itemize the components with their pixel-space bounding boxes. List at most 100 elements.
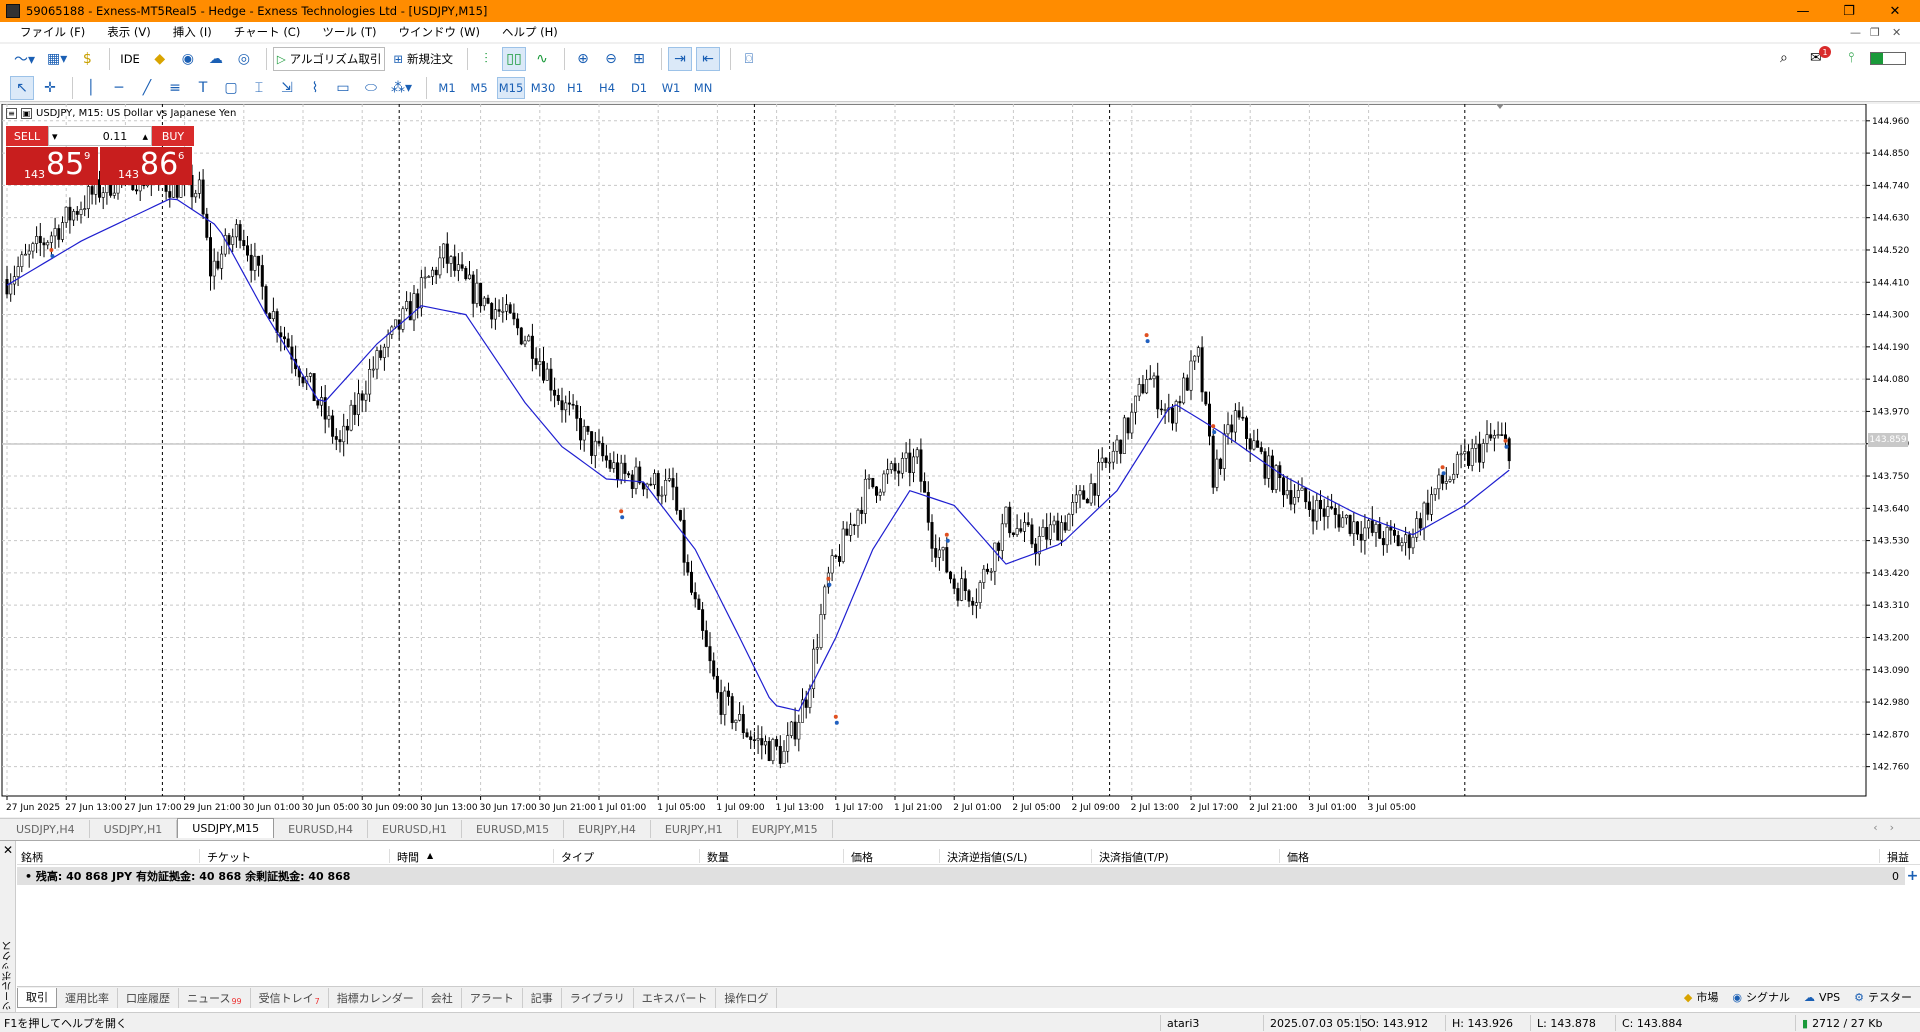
toolbox-tab[interactable]: 会社 [423,987,462,1008]
chart-window-icon[interactable]: ▣ [21,108,32,119]
timeframe-m5[interactable]: M5 [465,77,493,99]
chart-tab[interactable]: USDJPY,H1 [90,820,178,838]
horizontal-line-icon[interactable]: ─ [107,76,131,100]
column-header[interactable]: 決済逆指値(S/L) [947,849,1027,865]
chart-shift-icon[interactable]: ⇤ [695,47,720,71]
toolbox-tab[interactable]: 記事 [523,987,562,1008]
chart-tab[interactable]: EURUSD,H4 [274,820,369,838]
globe-icon[interactable]: ◎ [232,47,256,71]
shapes-icon[interactable]: ⁂▾ [387,76,416,100]
screenshot-icon[interactable]: ⌼ [737,47,761,71]
maximize-button[interactable]: ❐ [1826,0,1872,22]
ask-price-box[interactable]: 143 86 6 [100,147,192,185]
auto-scroll-icon[interactable]: ⇥ [667,47,692,71]
chart-tab[interactable]: USDJPY,M15 [177,818,275,838]
crosshair-icon[interactable]: ✛ [38,76,62,100]
algo-trading-button[interactable]: ▷ アルゴリズム取引 [272,47,386,71]
tester-link[interactable]: ⚙ テスター [1854,989,1912,1005]
column-header[interactable]: 価格 [1287,849,1309,865]
timeframe-m1[interactable]: M1 [433,77,461,99]
chart-add-icon[interactable]: ▦▾ [43,47,71,71]
channel-icon[interactable]: ≡ [163,76,187,100]
ide-button[interactable]: IDE [116,47,144,71]
dollar-icon[interactable]: $ [75,47,99,71]
chart-tab[interactable]: EURUSD,H1 [368,820,462,838]
rectangle-icon[interactable]: ▢ [219,76,243,100]
button-object-icon[interactable]: ▭ [331,76,355,100]
connection-status[interactable]: ▮ 2712 / 27 Kb [1795,1015,1882,1031]
profile-name[interactable]: atari3 [1160,1015,1199,1031]
toolbox-tab[interactable]: 操作ログ [716,987,778,1008]
indicator-icon[interactable]: ⌇ [303,76,327,100]
label-icon[interactable]: ⌶ [247,76,271,100]
column-header[interactable]: 銘柄 [21,849,43,865]
chart-type-icon[interactable]: 〜▾ [10,47,39,71]
search-icon[interactable]: ⌕ [1780,50,1788,66]
bag-icon[interactable]: ◆ [148,47,172,71]
zoom-out-icon[interactable]: ⊖ [599,47,623,71]
toolbox-tab[interactable]: エキスパート [634,987,717,1008]
mdi-restore-button[interactable]: ❐ [1870,22,1880,42]
timeframe-m15[interactable]: M15 [497,76,526,99]
bid-price-box[interactable]: 143 85 9 [6,147,98,185]
buy-button[interactable]: BUY [152,126,194,146]
toolbox-tab[interactable]: ニュース 99 [179,987,251,1008]
chart-menu-icon[interactable]: ≡ [6,108,17,119]
arrow-icon[interactable]: ⇲ [275,76,299,100]
timeframe-w1[interactable]: W1 [657,77,685,99]
menu-view[interactable]: 表示 (V) [107,24,151,40]
bar-chart-icon[interactable]: ⫶ [474,47,498,71]
toolbox-close-icon[interactable]: ✕ [3,843,13,857]
timeframe-h1[interactable]: H1 [561,77,589,99]
price-chart[interactable]: 144.960 144.850 144.740 144.630 144.520 144.4… [0,104,1920,817]
menu-insert[interactable]: 挿入 (I) [173,24,212,40]
zoom-in-icon[interactable]: ⊕ [571,47,595,71]
toolbox-tab[interactable]: 指標カレンダー [329,987,423,1008]
lot-decrease-icon[interactable]: ▾ [52,130,58,143]
toolbox-tab[interactable]: 口座履歴 [118,987,179,1008]
menu-file[interactable]: ファイル (F) [20,24,85,40]
vps-link[interactable]: ☁ VPS [1804,991,1840,1004]
column-header[interactable]: 損益 [1887,849,1909,865]
toolbox-tab[interactable]: 取引 [17,987,57,1008]
timeframe-mn[interactable]: MN [689,77,717,99]
signal-icon[interactable]: ◉ [176,47,200,71]
mdi-close-button[interactable]: ✕ [1892,22,1901,42]
notifications-icon[interactable]: ✉ 1 [1810,46,1831,66]
timeframe-d1[interactable]: D1 [625,77,653,99]
lot-increase-icon[interactable]: ▴ [142,130,148,143]
line-chart-icon[interactable]: ∿ [530,47,554,71]
latency-icon[interactable]: ⫯ [1848,50,1854,66]
chart-tab[interactable]: USDJPY,H4 [2,820,90,838]
cursor-icon[interactable]: ↖ [10,75,34,100]
sell-button[interactable]: SELL [6,126,48,146]
tile-windows-icon[interactable]: ⊞ [627,47,651,71]
toolbox-tab[interactable]: アラート [462,987,523,1008]
minimize-button[interactable]: — [1780,0,1826,22]
toolbox-tab[interactable]: 受信トレイ 7 [251,987,329,1008]
timeframe-h4[interactable]: H4 [593,77,621,99]
column-header[interactable]: 価格 [851,849,873,865]
vertical-line-icon[interactable]: │ [79,76,103,100]
ellipse-icon[interactable]: ⬭ [359,76,383,100]
tab-scroll-arrows[interactable]: ‹› [1873,821,1906,834]
timeframe-m30[interactable]: M30 [529,77,557,99]
menu-tools[interactable]: ツール (T) [322,24,376,40]
chart-tab[interactable]: EURJPY,H4 [564,820,651,838]
column-header[interactable]: 時間 [397,849,419,865]
new-order-button[interactable]: ⊞ 新規注文 [389,47,457,71]
market-link[interactable]: ◆ 市場 [1684,989,1718,1005]
lot-size-field[interactable]: ▾ 0.11 ▴ [48,126,152,146]
chart-tab[interactable]: EURUSD,M15 [462,820,565,838]
menu-help[interactable]: ヘルプ (H) [502,24,558,40]
chart-tab[interactable]: EURJPY,M15 [738,820,833,838]
menu-window[interactable]: ウインドウ (W) [398,24,480,40]
column-header[interactable]: 決済指値(T/P) [1099,849,1169,865]
close-button[interactable]: ✕ [1872,0,1918,22]
menu-chart[interactable]: チャート (C) [234,24,301,40]
toolbox-tab[interactable]: ライブラリ [562,987,634,1008]
candle-chart-icon[interactable]: ▯▯ [501,47,526,71]
trend-line-icon[interactable]: ╱ [135,76,159,100]
column-header[interactable]: チケット [207,849,251,865]
column-header[interactable]: タイプ [561,849,594,865]
